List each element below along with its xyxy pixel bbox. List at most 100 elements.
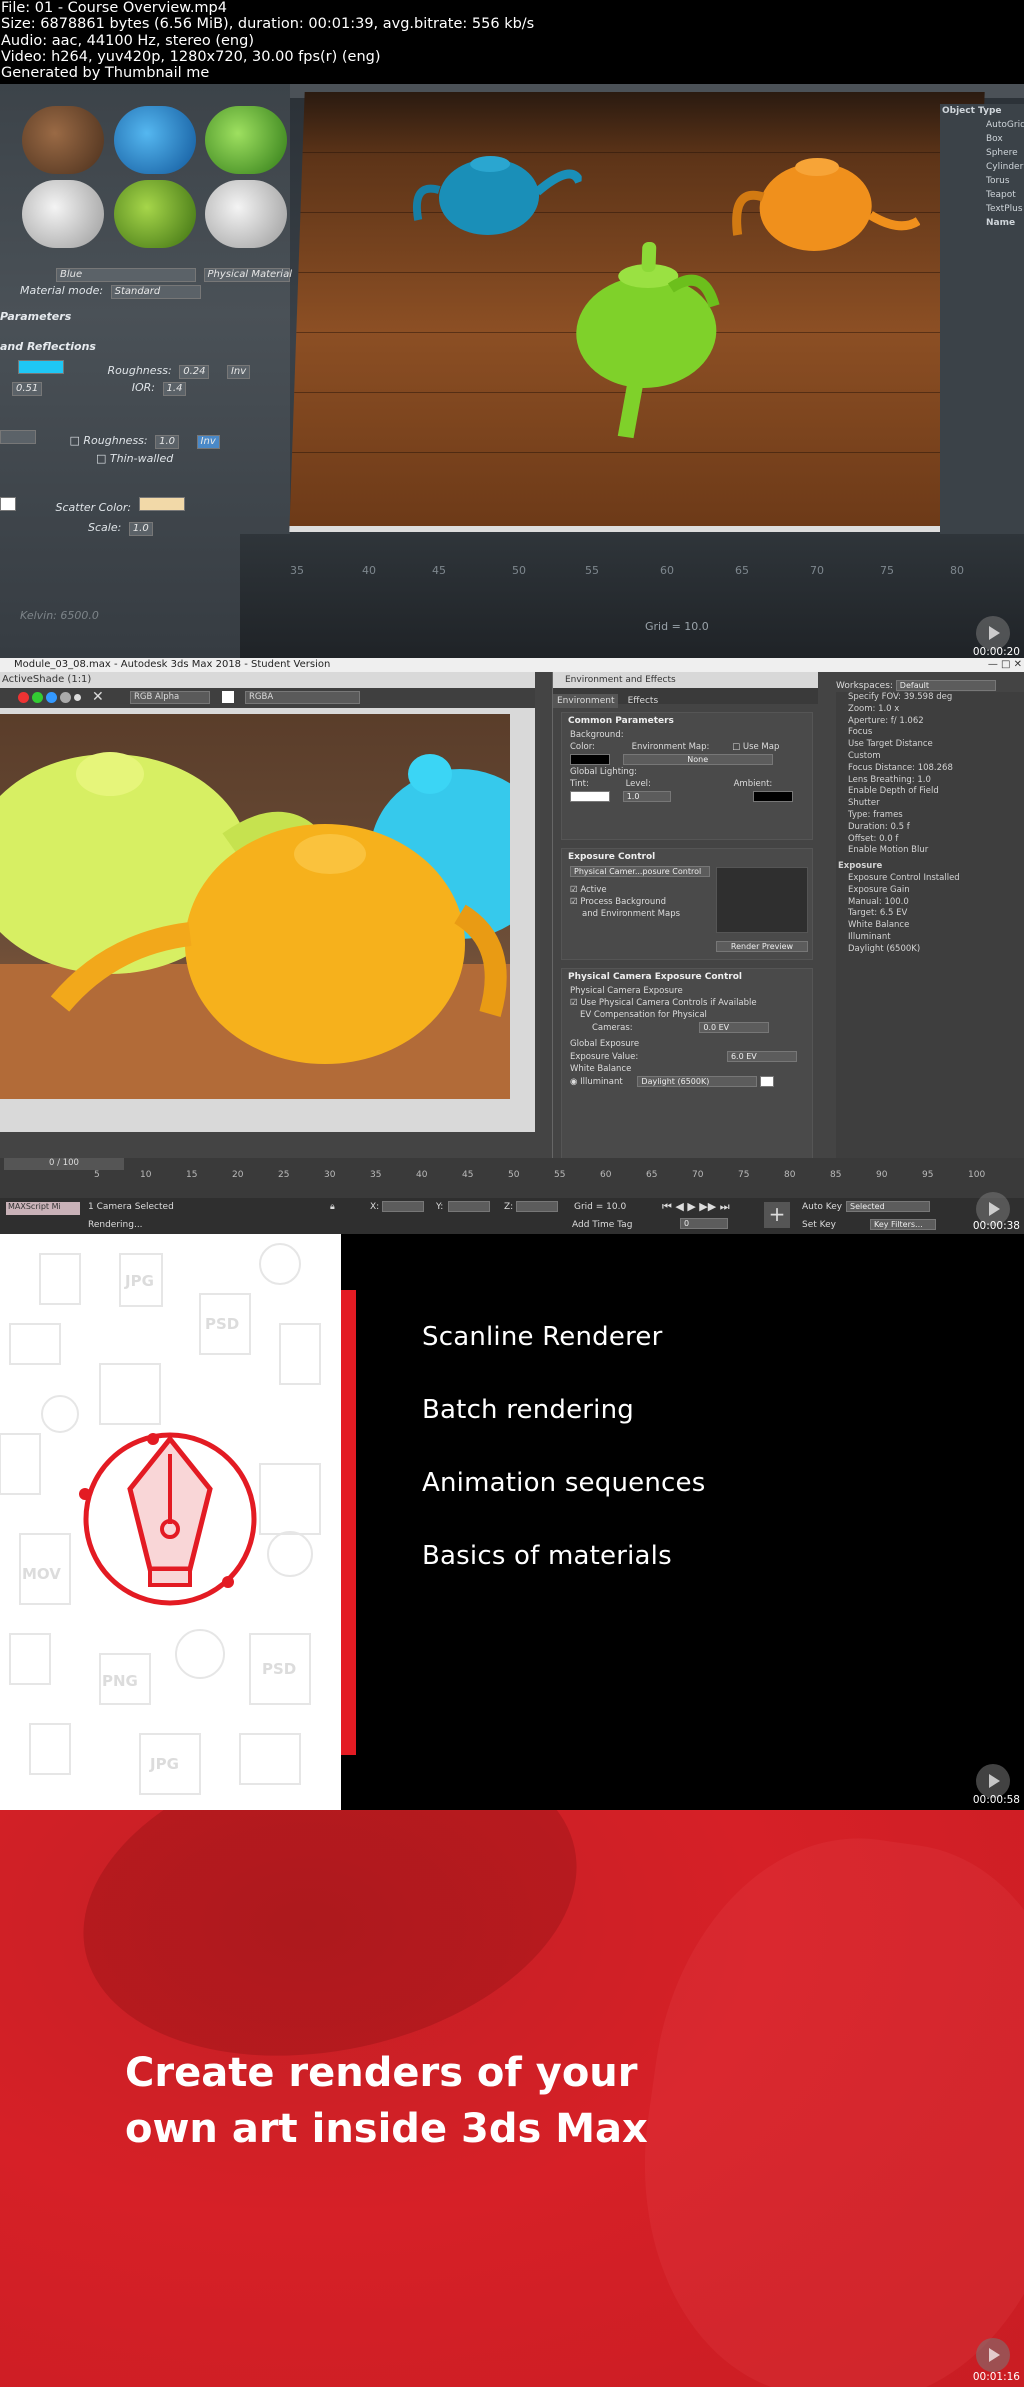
material-sample-slot[interactable] — [22, 106, 104, 174]
use-phys-cam-checkbox[interactable]: ☑ — [570, 998, 578, 1008]
camera-param[interactable]: Custom — [836, 751, 1024, 763]
current-frame-field[interactable]: 0 — [680, 1218, 728, 1229]
tint-swatch[interactable] — [570, 791, 610, 802]
camera-param[interactable]: Specify FOV: 39.598 deg — [836, 692, 1024, 704]
camera-param[interactable]: Enable Motion Blur — [836, 845, 1024, 857]
add-time-tag-button[interactable]: Add Time Tag — [572, 1220, 632, 1230]
roughness2-field[interactable]: 1.0 — [155, 435, 180, 449]
bg-color-swatch[interactable] — [570, 754, 610, 765]
clear-icon[interactable]: ✕ — [92, 689, 104, 705]
create-panel-item[interactable]: Cylinder — [940, 160, 1024, 174]
material-sample-slot[interactable] — [114, 180, 196, 248]
camera-param[interactable]: Duration: 0.5 f — [836, 822, 1024, 834]
use-map-checkbox[interactable]: □ — [732, 742, 740, 752]
red-channel-icon[interactable] — [18, 692, 29, 703]
create-panel-item[interactable]: Torus — [940, 174, 1024, 188]
green-channel-icon[interactable] — [32, 692, 43, 703]
base-color-swatch[interactable] — [18, 360, 64, 374]
workspaces-select[interactable]: Default — [895, 680, 996, 691]
x-coord-field[interactable] — [382, 1201, 424, 1212]
group-heading[interactable]: Exposure Control — [562, 849, 812, 865]
illuminant-radio[interactable]: ◉ — [570, 1077, 577, 1087]
camera-param[interactable]: Offset: 0.0 f — [836, 834, 1024, 846]
lock-icon[interactable]: 🔒︎ — [330, 1202, 335, 1212]
play-icon[interactable] — [976, 1764, 1010, 1798]
ior-field[interactable]: 1.4 — [162, 382, 187, 396]
process-bg-checkbox[interactable]: ☑ — [570, 897, 578, 907]
material-sample-slot[interactable] — [114, 106, 196, 174]
selected-select[interactable]: Selected — [846, 1201, 930, 1212]
channel-select[interactable]: RGB Alpha — [130, 691, 210, 704]
timeline-ruler[interactable]: 35 40 45 50 55 60 65 70 75 80 — [240, 534, 1024, 658]
material-sample-slot[interactable] — [205, 180, 287, 248]
create-panel-item[interactable]: Box — [940, 132, 1024, 146]
reflection-field[interactable]: 0.51 — [12, 382, 43, 396]
viewport-render[interactable] — [289, 92, 985, 532]
create-panel-item[interactable]: Teapot — [940, 188, 1024, 202]
plus-icon[interactable]: + — [764, 1202, 790, 1228]
create-panel-item[interactable]: Sphere — [940, 146, 1024, 160]
timeline-counter[interactable]: 0 / 100 — [4, 1158, 124, 1170]
camera-param: Focus — [848, 727, 873, 738]
play-icon[interactable] — [976, 2338, 1010, 2372]
camera-param[interactable]: Zoom: 1.0 x — [836, 704, 1024, 716]
illuminant-select[interactable]: Daylight (6500K) — [637, 1076, 758, 1087]
camera-param[interactable]: Aperture: f/ 1.062 — [836, 716, 1024, 728]
exposure-control-select[interactable]: Physical Camer...posure Control — [570, 866, 710, 877]
maxscript-listener[interactable]: MAXScript Mi — [6, 1202, 80, 1215]
auto-key-button[interactable]: Auto Key — [802, 1202, 842, 1212]
camera-param[interactable]: Type: frames — [836, 810, 1024, 822]
blue-channel-icon[interactable] — [46, 692, 57, 703]
play-icon[interactable] — [976, 616, 1010, 650]
window-controls[interactable]: — □ ✕ — [988, 658, 1022, 672]
ev-comp-field[interactable]: 0.0 EV — [699, 1022, 770, 1033]
camera-param[interactable]: Lens Breathing: 1.0 — [836, 775, 1024, 787]
inv-button[interactable]: Inv — [196, 435, 220, 449]
material-sample-slot[interactable] — [22, 180, 104, 248]
activeshade-render[interactable] — [0, 714, 510, 1099]
alpha-channel-icon[interactable] — [60, 692, 71, 703]
lock-icon[interactable]: □ — [70, 434, 80, 447]
z-coord-field[interactable] — [516, 1201, 558, 1212]
weight-field[interactable] — [0, 430, 36, 444]
env-map-button[interactable]: None — [622, 754, 773, 765]
group-heading[interactable]: Physical Camera Exposure Control — [562, 969, 812, 985]
camera-param[interactable]: Target: 6.5 EV — [836, 908, 1024, 920]
create-panel-item[interactable]: TextPlus — [940, 202, 1024, 216]
display-select[interactable]: RGBA — [245, 691, 360, 704]
y-coord-field[interactable] — [448, 1201, 490, 1212]
scatter-color-swatch[interactable] — [138, 497, 185, 511]
illuminant-swatch[interactable] — [760, 1076, 775, 1087]
material-mode-select[interactable]: Standard — [110, 285, 201, 299]
sss-color-swatch[interactable] — [0, 497, 16, 511]
key-filters-button[interactable]: Key Filters... — [870, 1219, 936, 1230]
common-parameters-group: Common Parameters Background: Color: Env… — [561, 712, 813, 840]
group-heading[interactable]: Common Parameters — [562, 713, 812, 729]
active-checkbox[interactable]: ☑ — [570, 885, 578, 895]
camera-param[interactable]: Illuminant — [836, 932, 1024, 944]
scale-field[interactable]: 1.0 — [128, 522, 153, 536]
mono-channel-icon[interactable] — [74, 694, 81, 701]
camera-param[interactable]: Exposure Control Installed — [836, 873, 1024, 885]
create-panel-item[interactable]: AutoGrid — [940, 118, 1024, 132]
render-preview-button[interactable]: Render Preview — [716, 941, 808, 952]
thin-walled-checkbox[interactable]: □ — [96, 452, 106, 465]
color-swatch[interactable] — [222, 691, 234, 703]
ambient-swatch[interactable] — [753, 791, 794, 802]
camera-param[interactable]: Focus Distance: 108.268 — [836, 763, 1024, 775]
level-field[interactable]: 1.0 — [622, 791, 671, 802]
playback-controls[interactable]: ⏮ ◀ ▶ ▶▶ ⏭ — [662, 1200, 730, 1214]
exposure-value-field[interactable]: 6.0 EV — [726, 1051, 797, 1062]
tab-effects[interactable]: Effects — [624, 694, 663, 708]
set-key-button[interactable]: Set Key — [802, 1220, 836, 1230]
camera-param[interactable]: Use Target Distance — [836, 739, 1024, 751]
material-name-field[interactable]: Blue — [56, 268, 196, 282]
inv-button[interactable]: Inv — [226, 365, 251, 379]
camera-param[interactable]: Daylight (6500K) — [836, 944, 1024, 956]
camera-param[interactable]: Enable Depth of Field — [836, 786, 1024, 798]
material-type-button[interactable]: Physical Material — [203, 268, 292, 282]
camera-param[interactable]: Manual: 100.0 — [836, 897, 1024, 909]
roughness-field[interactable]: 0.24 — [179, 365, 210, 379]
tab-environment[interactable]: Environment — [553, 694, 619, 708]
material-sample-slot[interactable] — [205, 106, 287, 174]
